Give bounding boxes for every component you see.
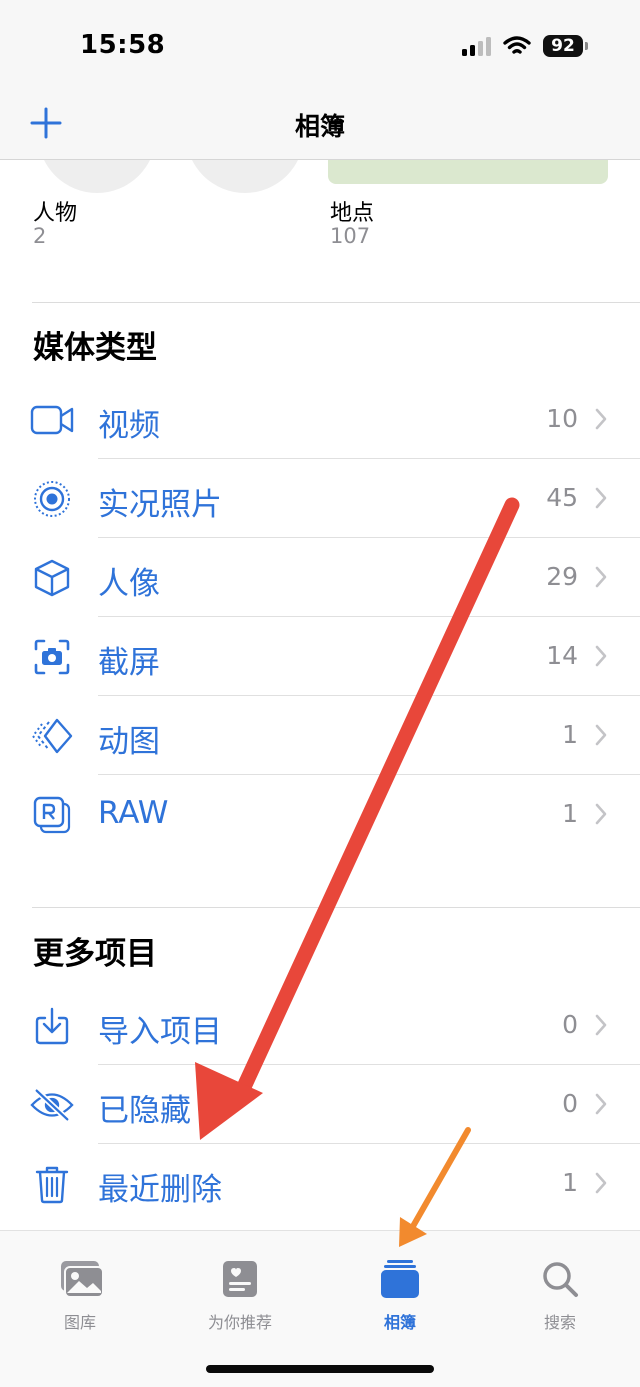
page-title: 相簿 [294, 112, 345, 141]
row-label: 实况照片 [98, 487, 222, 523]
row-label: 导入项目 [98, 1014, 222, 1050]
chevron-right-icon [595, 803, 607, 825]
battery-cap [585, 42, 588, 50]
status-icons: 92 [462, 35, 588, 57]
chevron-right-icon [595, 1172, 607, 1194]
row-count: 0 [562, 1089, 578, 1118]
tab-library[interactable]: 图库 [0, 1259, 160, 1339]
row-label: RAW [98, 795, 169, 831]
row-count: 1 [562, 1168, 578, 1197]
row-count: 29 [546, 562, 578, 591]
album-row-animated[interactable]: 动图 1 [0, 696, 640, 775]
nav-bar: 相簿 [0, 95, 640, 160]
screenshot-icon [30, 635, 74, 679]
row-label: 最近删除 [98, 1172, 222, 1208]
wifi-icon [503, 36, 531, 54]
tab-search[interactable]: 搜索 [480, 1259, 640, 1339]
row-count: 45 [546, 483, 578, 512]
album-row-screenshots[interactable]: 截屏 14 [0, 617, 640, 696]
search-icon [543, 1262, 578, 1297]
tab-label: 图库 [63, 1313, 96, 1332]
row-label: 动图 [98, 724, 160, 760]
albums-icon [381, 1260, 419, 1298]
chevron-right-icon [595, 1014, 607, 1036]
tab-label: 为你推荐 [207, 1313, 272, 1332]
row-label: 截屏 [98, 645, 160, 681]
row-count: 1 [562, 720, 578, 749]
portrait-cube-icon [30, 556, 74, 600]
raw-icon [30, 793, 74, 837]
home-indicator[interactable] [206, 1365, 434, 1373]
row-label: 视频 [98, 408, 160, 444]
library-icon [61, 1261, 103, 1298]
section-divider [32, 302, 640, 303]
media-types-heading: 媒体类型 [33, 330, 157, 366]
trash-icon [30, 1162, 74, 1206]
battery-indicator: 92 [543, 35, 588, 57]
animated-icon [30, 714, 74, 758]
battery-level: 92 [543, 35, 583, 57]
chevron-right-icon [595, 566, 607, 588]
tab-label: 相簿 [383, 1313, 416, 1332]
person-thumbnail[interactable] [186, 160, 304, 193]
albums-content[interactable]: 人物 2 地点 107 媒体类型 视频 10 实况照片 45 人像 29 截屏 … [0, 160, 640, 1230]
cellular-signal-icon [462, 36, 491, 56]
album-row-raw[interactable]: RAW 1 [0, 775, 640, 854]
row-count: 1 [562, 799, 578, 828]
row-count: 0 [562, 1010, 578, 1039]
hidden-eye-icon [30, 1083, 74, 1127]
person-thumbnail[interactable] [38, 160, 156, 193]
tab-bar: 图库 为你推荐 相簿 搜索 [0, 1230, 640, 1387]
section-divider [32, 907, 640, 908]
row-label: 已隐藏 [98, 1093, 191, 1129]
live-photo-icon [30, 477, 74, 521]
album-row-recently-deleted[interactable]: 最近删除 1 [0, 1144, 640, 1223]
row-count: 10 [546, 404, 578, 433]
tab-label: 搜索 [543, 1313, 576, 1332]
places-album-label[interactable]: 地点 [330, 195, 374, 227]
album-row-live-photos[interactable]: 实况照片 45 [0, 459, 640, 538]
tab-albums[interactable]: 相簿 [320, 1259, 480, 1339]
chevron-right-icon [595, 645, 607, 667]
row-label: 人像 [98, 566, 160, 602]
tab-for-you[interactable]: 为你推荐 [160, 1259, 320, 1339]
chevron-right-icon [595, 1093, 607, 1115]
chevron-right-icon [595, 408, 607, 430]
album-row-portrait[interactable]: 人像 29 [0, 538, 640, 617]
more-items-heading: 更多项目 [33, 936, 157, 972]
row-count: 14 [546, 641, 578, 670]
chevron-right-icon [595, 487, 607, 509]
album-row-video[interactable]: 视频 10 [0, 380, 640, 459]
people-album-label[interactable]: 人物 [33, 195, 77, 227]
album-row-imports[interactable]: 导入项目 0 [0, 986, 640, 1065]
video-icon [30, 398, 74, 442]
people-album-count: 2 [33, 224, 47, 248]
album-row-hidden[interactable]: 已隐藏 0 [0, 1065, 640, 1144]
status-bar: 15:58 92 [0, 0, 640, 95]
for-you-icon [223, 1261, 257, 1297]
status-time: 15:58 [80, 30, 166, 60]
chevron-right-icon [595, 724, 607, 746]
places-map-thumbnail[interactable] [328, 160, 608, 184]
import-icon [30, 1004, 74, 1048]
places-album-count: 107 [330, 224, 371, 248]
